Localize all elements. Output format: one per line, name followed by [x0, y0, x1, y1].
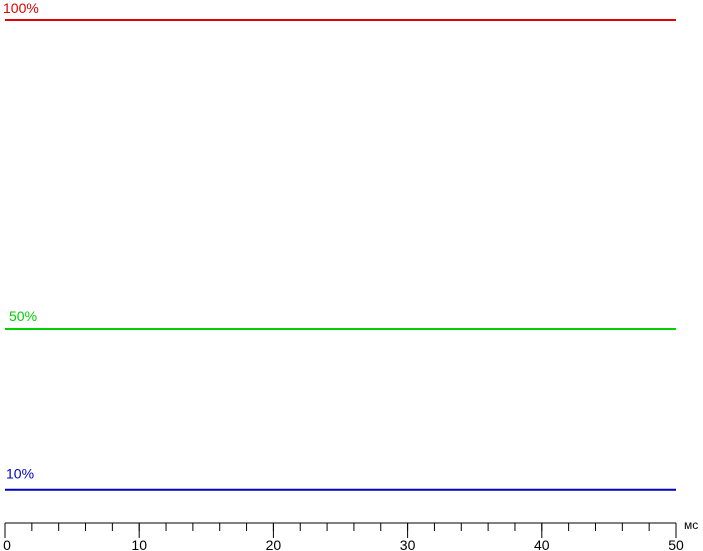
- x-tick-label: 0: [3, 537, 11, 551]
- x-tick-label: 30: [400, 537, 416, 551]
- x-axis: 0 10 20 30 40 50мс: [3, 518, 698, 551]
- x-unit-label: мс: [684, 518, 698, 532]
- x-tick-label: 20: [266, 537, 282, 551]
- series-label-100: 100%: [3, 0, 39, 16]
- series-layer: 100% 50% 10%: [3, 0, 676, 491]
- brightness-response-chart: 100% 50% 10% 0 10 20 30 40 50мс: [3, 0, 698, 551]
- series-label-50: 50%: [9, 308, 37, 324]
- series-label-10: 10%: [6, 466, 34, 482]
- x-tick-label: 10: [131, 537, 147, 551]
- x-tick-label: 40: [534, 537, 550, 551]
- x-tick-label: 50: [668, 537, 684, 551]
